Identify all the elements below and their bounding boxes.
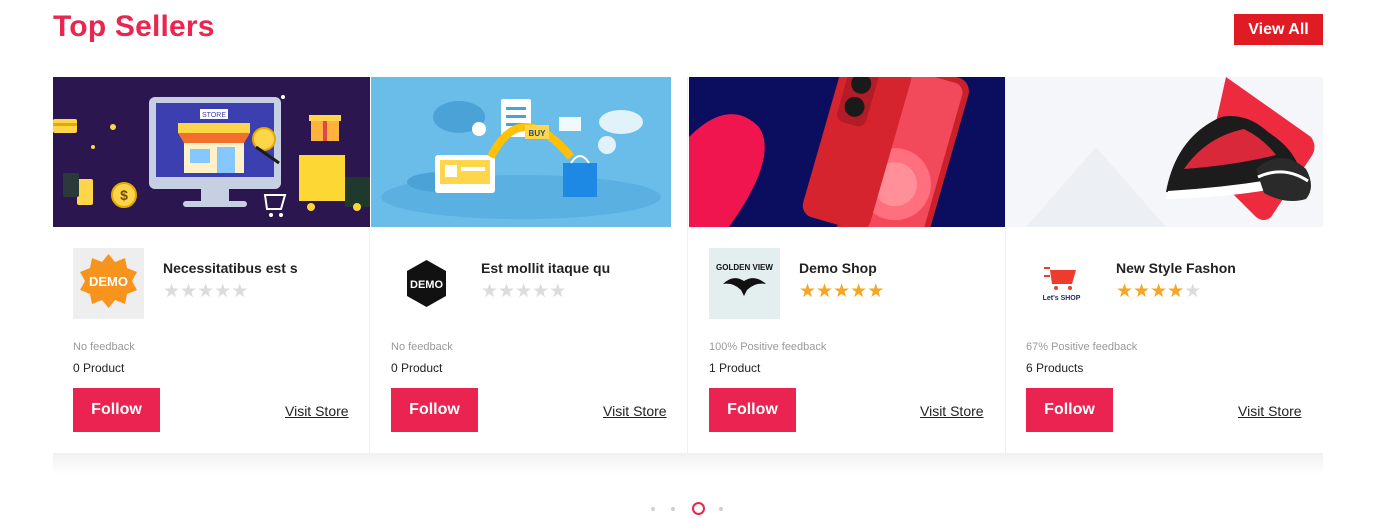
star-filled-icon: ★ <box>867 280 885 302</box>
seller-logo: DEMO <box>391 248 462 319</box>
star-filled-icon: ★ <box>833 280 851 302</box>
seller-logo: Let's SHOP <box>1026 248 1097 319</box>
rating-stars: ★★★★★ <box>163 280 248 302</box>
svg-text:DEMO: DEMO <box>89 274 128 289</box>
follow-button[interactable]: Follow <box>73 388 160 432</box>
product-count: 0 Product <box>391 361 443 375</box>
star-empty-icon: ★ <box>532 280 550 302</box>
seller-name[interactable]: Est mollit itaque qu <box>481 260 610 276</box>
follow-button[interactable]: Follow <box>391 388 478 432</box>
visit-store-link[interactable]: Visit Store <box>920 403 984 419</box>
svg-text:STORE: STORE <box>202 112 226 119</box>
seller-banner-phone <box>689 77 1005 227</box>
visit-store-link[interactable]: Visit Store <box>603 403 667 419</box>
seller-logo: DEMO <box>73 248 144 319</box>
seller-name[interactable]: New Style Fashon <box>1116 260 1236 276</box>
star-filled-icon: ★ <box>850 280 868 302</box>
star-filled-icon: ★ <box>816 280 834 302</box>
carousel-dot[interactable] <box>671 507 675 511</box>
star-filled-icon: ★ <box>1116 280 1134 302</box>
seller-name[interactable]: Demo Shop <box>799 260 877 276</box>
rating-stars: ★★★★★ <box>481 280 566 302</box>
star-empty-icon: ★ <box>214 280 232 302</box>
cards-shadow <box>53 453 1323 475</box>
seller-card: BUY DEMO Est mollit itaque qu ★★★★★ No f… <box>371 77 688 453</box>
seller-card: Let's SHOP New Style Fashon ★★★★★ 67% Po… <box>1006 77 1323 453</box>
star-empty-icon: ★ <box>481 280 499 302</box>
product-count: 0 Product <box>73 361 125 375</box>
rating-stars: ★★★★★ <box>799 280 884 302</box>
view-all-button[interactable]: View All <box>1234 14 1323 45</box>
star-empty-icon: ★ <box>197 280 215 302</box>
feedback-text: 100% Positive feedback <box>709 341 827 353</box>
svg-text:BUY: BUY <box>529 129 547 138</box>
seller-name[interactable]: Necessitatibus est s <box>163 260 298 276</box>
product-count: 1 Product <box>709 361 761 375</box>
product-count: 6 Products <box>1026 361 1084 375</box>
follow-button[interactable]: Follow <box>1026 388 1113 432</box>
feedback-text: 67% Positive feedback <box>1026 341 1138 353</box>
carousel-dot[interactable] <box>719 507 723 511</box>
star-empty-icon: ★ <box>515 280 533 302</box>
visit-store-link[interactable]: Visit Store <box>285 403 349 419</box>
star-filled-icon: ★ <box>1167 280 1185 302</box>
star-filled-icon: ★ <box>799 280 817 302</box>
star-empty-icon: ★ <box>180 280 198 302</box>
seller-logo: GOLDEN VIEW <box>709 248 780 319</box>
svg-text:Let's SHOP: Let's SHOP <box>1043 295 1081 302</box>
seller-banner-ecommerce: BUY <box>371 77 671 227</box>
star-empty-icon: ★ <box>163 280 181 302</box>
page-title: Top Sellers <box>53 10 215 43</box>
star-empty-icon: ★ <box>1184 280 1202 302</box>
follow-button[interactable]: Follow <box>709 388 796 432</box>
rating-stars: ★★★★★ <box>1116 280 1201 302</box>
svg-text:DEMO: DEMO <box>410 279 443 291</box>
feedback-text: No feedback <box>73 341 135 353</box>
feedback-text: No feedback <box>391 341 453 353</box>
star-empty-icon: ★ <box>231 280 249 302</box>
carousel-dot[interactable] <box>651 507 655 511</box>
carousel-pagination <box>0 500 1397 520</box>
star-filled-icon: ★ <box>1150 280 1168 302</box>
seller-banner-store: STORE $ <box>53 77 370 227</box>
seller-banner-shoe <box>1006 77 1323 227</box>
svg-text:GOLDEN VIEW: GOLDEN VIEW <box>716 263 773 272</box>
seller-card: GOLDEN VIEW Demo Shop ★★★★★ 100% Positiv… <box>689 77 1006 453</box>
seller-card: STORE $ DEMO Necessitatibus est s ★★★★★ … <box>53 77 370 453</box>
carousel-dot-active[interactable] <box>692 502 705 515</box>
sellers-carousel: STORE $ DEMO Necessitatibus est s ★★★★★ … <box>53 77 1323 453</box>
star-empty-icon: ★ <box>549 280 567 302</box>
star-empty-icon: ★ <box>498 280 516 302</box>
svg-text:$: $ <box>120 187 128 203</box>
star-filled-icon: ★ <box>1133 280 1151 302</box>
visit-store-link[interactable]: Visit Store <box>1238 403 1302 419</box>
